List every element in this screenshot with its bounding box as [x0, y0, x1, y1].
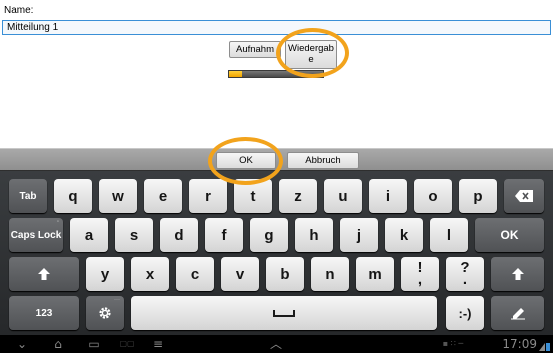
notification-icons[interactable]: ▪ ∷ ─	[436, 335, 470, 353]
ok-button[interactable]: OK	[216, 152, 276, 169]
key-m[interactable]: m	[356, 257, 394, 291]
play-button[interactable]: Wiedergabe	[285, 40, 337, 69]
hide-keyboard-icon[interactable]: ⌄	[14, 335, 30, 353]
key-b[interactable]: b	[266, 257, 304, 291]
caps-indicator-icon: ▫	[56, 219, 59, 225]
key-n[interactable]: n	[311, 257, 349, 291]
key-h[interactable]: h	[295, 218, 333, 252]
key-p[interactable]: p	[459, 179, 497, 213]
key-l[interactable]: l	[430, 218, 468, 252]
status-time[interactable]: 17:09	[502, 335, 537, 353]
key-v[interactable]: v	[221, 257, 259, 291]
key-w[interactable]: w	[99, 179, 137, 213]
key-r[interactable]: r	[189, 179, 227, 213]
menu-icon[interactable]: ≡	[150, 335, 166, 353]
key-shift-left[interactable]	[9, 257, 79, 291]
name-input[interactable]: Mitteilung 1	[2, 20, 551, 35]
key-question[interactable]: ? .	[446, 257, 484, 291]
backspace-icon	[515, 190, 533, 202]
key-space[interactable]	[131, 296, 437, 330]
key-g[interactable]: g	[250, 218, 288, 252]
key-e[interactable]: e	[144, 179, 182, 213]
recent-apps-icon[interactable]: ▭	[86, 335, 102, 353]
dialog-action-bar: OK Abbruch	[0, 148, 553, 170]
soft-keyboard: Tab q w e r t z u i o p ▫ Caps Lock a s …	[0, 171, 553, 335]
key-question-bottom: .	[462, 271, 468, 288]
key-backspace[interactable]	[504, 179, 544, 213]
record-dialog: Name: Mitteilung 1 Aufnahm Wiedergabe	[0, 0, 553, 148]
handwriting-icon	[510, 308, 525, 320]
key-k[interactable]: k	[385, 218, 423, 252]
chevron-up-icon[interactable]: ︿	[268, 335, 284, 353]
settings-sup-icon: ···	[114, 297, 120, 303]
settings-icon	[99, 307, 111, 319]
playback-progress-bar	[228, 70, 324, 78]
key-t[interactable]: t	[234, 179, 272, 213]
key-z[interactable]: z	[279, 179, 317, 213]
key-smiley[interactable]: :-)	[446, 296, 484, 330]
key-f[interactable]: f	[205, 218, 243, 252]
progress-fill	[229, 71, 243, 77]
key-caps-lock-label: Caps Lock	[10, 229, 62, 241]
key-tab[interactable]: Tab	[9, 179, 47, 213]
cancel-button[interactable]: Abbruch	[287, 152, 359, 169]
key-numbers[interactable]: 123	[9, 296, 79, 330]
shift-icon	[511, 268, 524, 280]
key-handwriting[interactable]	[491, 296, 544, 330]
key-o[interactable]: o	[414, 179, 452, 213]
key-enter[interactable]: OK	[475, 218, 544, 252]
key-shift-right[interactable]	[491, 257, 544, 291]
battery-icon	[539, 339, 551, 351]
key-j[interactable]: j	[340, 218, 378, 252]
key-c[interactable]: c	[176, 257, 214, 291]
system-navbar: ⌄ ⌂ ▭ ▢▢ ≡ ︿ ▪ ∷ ─ 17:09	[0, 335, 553, 353]
space-icon	[273, 310, 295, 317]
key-settings[interactable]: ···	[86, 296, 124, 330]
key-exclamation-bottom: ,	[417, 271, 423, 288]
key-d[interactable]: d	[160, 218, 198, 252]
key-caps-lock[interactable]: ▫ Caps Lock	[9, 218, 63, 252]
key-s[interactable]: s	[115, 218, 153, 252]
key-x[interactable]: x	[131, 257, 169, 291]
name-label: Name:	[4, 5, 34, 16]
home-icon[interactable]: ⌂	[50, 335, 66, 353]
record-button[interactable]: Aufnahm	[229, 41, 281, 58]
key-a[interactable]: a	[70, 218, 108, 252]
key-exclamation[interactable]: ! ,	[401, 257, 439, 291]
key-u[interactable]: u	[324, 179, 362, 213]
key-y[interactable]: y	[86, 257, 124, 291]
key-i[interactable]: i	[369, 179, 407, 213]
screenshot-icon[interactable]: ▢▢	[116, 335, 138, 353]
shift-icon	[38, 268, 50, 280]
key-q[interactable]: q	[54, 179, 92, 213]
